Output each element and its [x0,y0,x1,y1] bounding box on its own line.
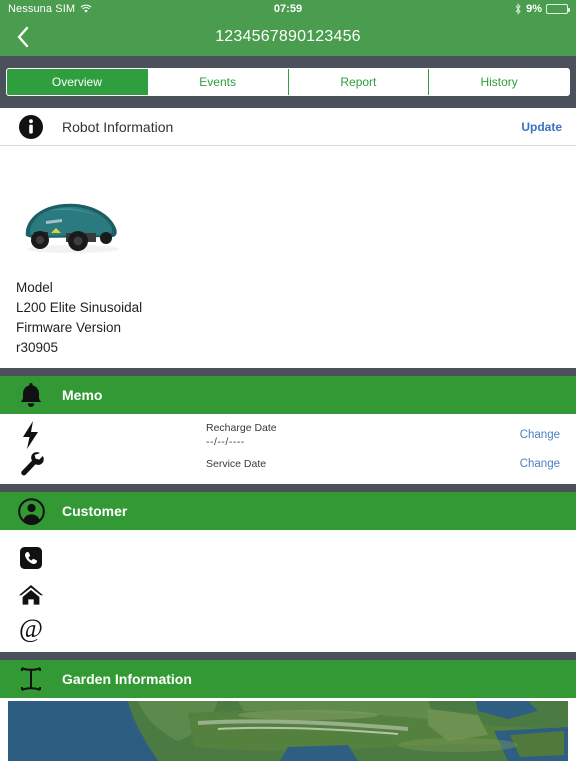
customer-row-email[interactable]: @ [0,612,576,646]
memo-service-text: Service Date [62,457,520,471]
tab-report[interactable]: Report [288,69,430,95]
robot-image [0,168,576,254]
segmented-control: Overview Events Report History [6,68,570,96]
memo-title: Memo [62,387,103,403]
firmware-label: Firmware Version [16,320,122,335]
memo-row-service: Service Date Change [0,450,576,484]
info-circle-icon [0,114,62,140]
home-icon [0,583,62,607]
svg-text:@: @ [19,616,43,642]
service-change-link[interactable]: Change [520,458,560,470]
wifi-icon [80,4,92,14]
divider-2 [0,484,576,492]
phone-icon [0,546,62,570]
divider-1 [0,368,576,376]
customer-header: Customer [0,492,576,530]
recharge-date-label: Recharge Date [206,422,277,434]
battery-low-icon [546,4,570,14]
model-label: Model [16,280,53,295]
memo-header: Memo [0,376,576,414]
area-measure-icon [0,665,62,693]
back-button[interactable] [0,18,46,56]
garden-information-header: Garden Information [0,660,576,698]
robot-information-title: Robot Information [62,118,174,135]
update-link[interactable]: Update [521,120,562,134]
recharge-change-link[interactable]: Change [520,429,560,441]
email-at-icon: @ [0,616,62,642]
robot-information-header: Robot Information Update [0,108,576,146]
bluetooth-icon [514,3,522,15]
customer-title: Customer [62,503,128,519]
robot-specs: Model L200 Elite Sinusoidal Firmware Ver… [0,254,576,358]
person-circle-icon [0,497,62,525]
customer-row-phone[interactable] [0,538,576,578]
status-bar-right: 9% [514,3,570,15]
satellite-map-europe[interactable] [8,701,568,761]
page-title: 1234567890123456 [215,28,361,45]
service-date-label: Service Date [206,458,267,470]
garden-information-title: Garden Information [62,671,192,687]
customer-row-address[interactable] [0,578,576,612]
chevron-left-icon [16,26,30,48]
tab-history[interactable]: History [429,69,569,95]
tab-overview[interactable]: Overview [7,69,148,95]
customer-body: @ [0,530,576,652]
carrier-label: Nessuna SIM [8,3,76,15]
divider-3 [0,652,576,660]
lightning-bolt-icon [0,420,62,450]
bell-icon [0,381,62,409]
memo-recharge-text: Recharge Date --/--/---- [62,421,520,449]
status-bar: Nessuna SIM 07:59 9% [0,0,576,18]
app-root: Nessuna SIM 07:59 9% 1234567890123456 Ov… [0,0,576,768]
battery-percent-label: 9% [526,3,542,15]
robot-information-body: Model L200 Elite Sinusoidal Firmware Ver… [0,146,576,368]
tab-events[interactable]: Events [147,69,289,95]
recharge-date-value: --/--/---- [206,436,245,448]
memo-row-recharge: Recharge Date --/--/---- Change [0,414,576,450]
wrench-icon [0,450,62,478]
tab-bar-container: Overview Events Report History [0,56,576,108]
nav-bar: 1234567890123456 [0,18,576,56]
status-bar-left: Nessuna SIM [8,3,92,15]
garden-map-container[interactable] [0,698,576,761]
firmware-value: r30905 [16,340,59,355]
model-value: L200 Elite Sinusoidal [16,300,143,315]
